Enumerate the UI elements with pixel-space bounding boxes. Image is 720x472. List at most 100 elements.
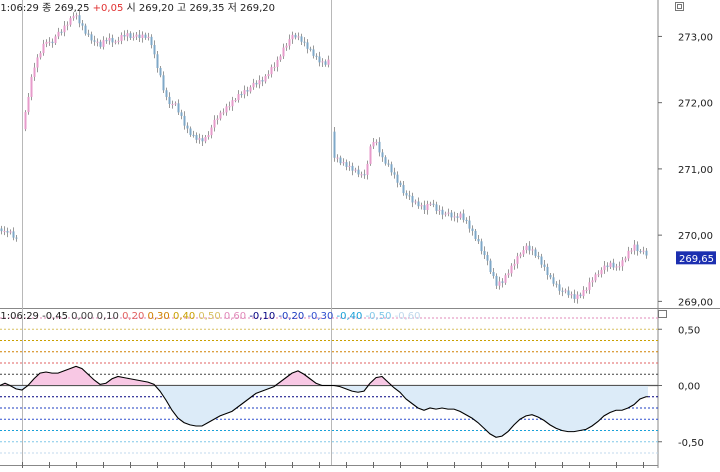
candle-down xyxy=(162,75,165,91)
candle-up xyxy=(66,24,69,26)
candle-down xyxy=(546,266,549,275)
price-header-part: 시 xyxy=(123,2,139,14)
price-header: 11:06:29 종 269,25 +0,05 시 269,20 고 269,3… xyxy=(0,2,275,14)
candle-up xyxy=(447,212,450,214)
candle-up xyxy=(594,274,597,281)
candle-up xyxy=(504,275,507,283)
candle-up xyxy=(429,203,432,205)
candle-down xyxy=(201,138,204,142)
candle-up xyxy=(252,82,255,88)
candle-down xyxy=(153,45,156,55)
candle-up xyxy=(588,282,591,290)
candle-up xyxy=(624,258,627,261)
candle-up xyxy=(627,250,630,259)
candle-down xyxy=(105,40,108,42)
candle-up xyxy=(507,273,510,276)
price-tick-label: 270,00 xyxy=(678,231,713,242)
candle-down xyxy=(543,264,546,267)
candle-up xyxy=(285,45,288,48)
candle-down xyxy=(486,255,489,261)
osc-header-part: -0,20 xyxy=(278,311,307,322)
candle-down xyxy=(399,182,402,186)
candle-down xyxy=(390,164,393,173)
candle-up xyxy=(327,59,330,65)
candle-up xyxy=(267,74,270,77)
candle-down xyxy=(168,96,171,104)
candle-up xyxy=(120,34,123,41)
candle-down xyxy=(87,33,90,35)
candle-up xyxy=(198,138,201,140)
candle-up xyxy=(63,25,66,33)
candle-up xyxy=(42,43,45,54)
candle-up xyxy=(27,96,30,113)
price-header-part: 269,20 xyxy=(240,3,275,14)
candle-up xyxy=(108,37,111,41)
price-header-part: 269,35 xyxy=(189,3,224,14)
candle-up xyxy=(618,266,621,268)
candle-up xyxy=(633,244,636,251)
candle-down xyxy=(552,277,555,284)
candle-up xyxy=(282,47,285,57)
price-panel xyxy=(0,0,658,308)
price-header-part: 고 xyxy=(174,3,190,14)
price-header-part: 11:06:29 xyxy=(0,3,39,14)
candle-up xyxy=(297,36,300,38)
candle-up xyxy=(570,294,573,296)
candle-down xyxy=(606,265,609,268)
candle-down xyxy=(186,125,189,129)
candle-down xyxy=(6,230,9,233)
candle-up xyxy=(426,204,429,210)
candle-up xyxy=(288,39,291,46)
osc-header-part: -0,30 xyxy=(307,311,336,322)
candle-up xyxy=(453,216,456,218)
candle-up xyxy=(414,201,417,203)
candle-up xyxy=(585,289,588,291)
candle-down xyxy=(384,157,387,164)
candle-up xyxy=(525,245,528,251)
candle-up xyxy=(459,213,462,218)
candle-up xyxy=(510,265,513,274)
candle-down xyxy=(240,94,243,96)
candle-up xyxy=(603,265,606,270)
candle-up xyxy=(243,90,246,95)
candle-up xyxy=(273,66,276,68)
candle-up xyxy=(519,254,522,257)
price-tick-label: 271,00 xyxy=(678,165,713,176)
osc-header-part: 0,00 xyxy=(71,311,96,322)
candle-up xyxy=(204,136,207,142)
osc-header-part: 0,50 xyxy=(198,311,223,322)
candle-up xyxy=(231,100,234,107)
candle-down xyxy=(558,284,561,291)
candle-down xyxy=(51,41,54,44)
candle-up xyxy=(375,141,378,143)
candle-up xyxy=(621,260,624,267)
candle-up xyxy=(264,76,267,82)
candle-down xyxy=(450,212,453,218)
price-tick-label: 273,00 xyxy=(678,32,713,43)
candle-down xyxy=(195,135,198,140)
candle-down xyxy=(303,41,306,43)
candle-down xyxy=(423,205,426,210)
price-header-part: 저 xyxy=(224,2,240,14)
candle-up xyxy=(576,294,579,299)
candle-up xyxy=(3,230,6,232)
candle-down xyxy=(432,203,435,205)
candle-down xyxy=(111,37,114,43)
candle-down xyxy=(339,157,342,164)
candle-up xyxy=(9,231,12,233)
candle-up xyxy=(438,209,441,211)
candle-down xyxy=(639,251,642,253)
candle-up xyxy=(30,76,33,97)
candle-down xyxy=(81,23,84,26)
candle-down xyxy=(0,228,3,232)
candle-up xyxy=(291,34,294,40)
osc-corner-box xyxy=(658,310,667,318)
candle-down xyxy=(255,82,258,85)
candle-up xyxy=(279,56,282,60)
osc-tick-label: -0,50 xyxy=(678,438,704,449)
osc-header-part: -0,10 xyxy=(249,311,278,322)
price-header-part: 269,25 xyxy=(54,3,89,14)
candle-down xyxy=(561,290,564,292)
candle-up xyxy=(213,119,216,128)
candle-down xyxy=(333,131,336,158)
